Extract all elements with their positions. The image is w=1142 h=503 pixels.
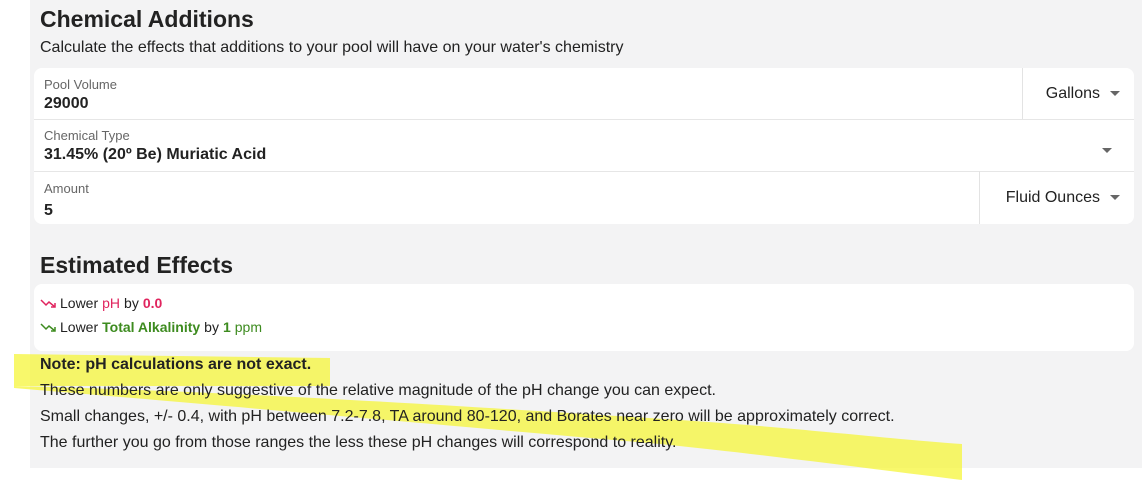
- note-line-3: The further you go from those ranges the…: [40, 434, 677, 451]
- effect-ta-value: 1: [222, 319, 231, 335]
- note-heading: Note: pH calculations are not exact.: [40, 356, 312, 373]
- chemical-type-label: Chemical Type: [44, 128, 130, 143]
- amount-label: Amount: [44, 181, 89, 196]
- pool-volume-input[interactable]: 29000: [44, 95, 89, 113]
- chevron-down-icon: [1102, 148, 1112, 153]
- chevron-down-icon: [1110, 195, 1120, 200]
- volume-unit-value: Gallons: [1045, 84, 1100, 102]
- chemical-type-value: 31.45% (20º Be) Muriatic Acid: [44, 146, 267, 163]
- chemical-form: Pool Volume 29000 Gallons Chemical Type …: [34, 68, 1134, 224]
- note-line-2: Small changes, +/- 0.4, with pH between …: [40, 408, 895, 425]
- amount-unit-select[interactable]: Fluid Ounces: [979, 171, 1134, 224]
- chevron-down-icon: [1110, 91, 1120, 96]
- amount-input[interactable]: 5: [44, 202, 53, 220]
- note-line-1: These numbers are only suggestive of the…: [40, 382, 716, 399]
- pool-volume-row: Pool Volume 29000 Gallons: [34, 68, 1134, 120]
- effects-title: Estimated Effects: [40, 252, 234, 278]
- effect-ta-metric: Total Alkalinity: [102, 319, 201, 335]
- effect-ta-prefix: Lower: [60, 319, 99, 335]
- amount-unit-value: Fluid Ounces: [1005, 188, 1100, 206]
- effect-ph-value: 0.0: [142, 295, 163, 311]
- effect-ph-prefix: Lower: [60, 295, 99, 311]
- effect-ph-metric: pH: [102, 295, 121, 311]
- effect-alkalinity: Lower Total Alkalinity by 1 ppm: [40, 319, 262, 335]
- page-title: Chemical Additions: [40, 6, 254, 32]
- effect-ph: Lower pH by 0.0: [40, 295, 162, 311]
- volume-unit-select[interactable]: Gallons: [1022, 68, 1134, 119]
- page-subtitle: Calculate the effects that additions to …: [40, 39, 624, 56]
- effect-ph-by: by: [124, 295, 139, 311]
- pool-volume-label: Pool Volume: [44, 77, 117, 92]
- chemical-type-select[interactable]: Chemical Type 31.45% (20º Be) Muriatic A…: [34, 119, 1134, 172]
- amount-row: Amount 5 Fluid Ounces: [34, 171, 1134, 224]
- effect-ta-by: by: [204, 319, 219, 335]
- effects-card: Lower pH by 0.0 Lower Total Alkalinity b…: [34, 284, 1134, 351]
- effect-ta-unit: ppm: [234, 319, 262, 335]
- trending-down-icon: [40, 323, 56, 332]
- trending-down-icon: [40, 299, 56, 308]
